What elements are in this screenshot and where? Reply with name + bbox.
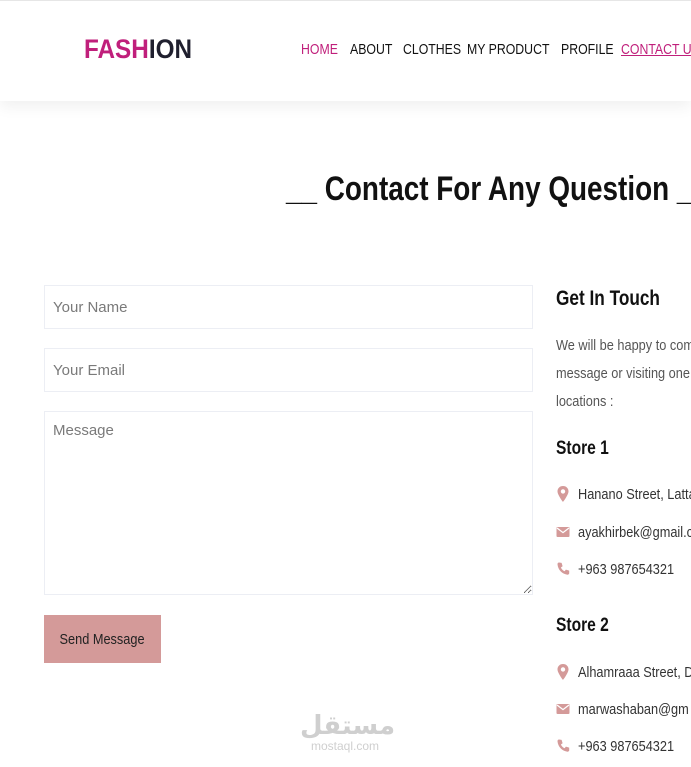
store-1-email-text[interactable]: ayakhirbek@gmail.c bbox=[578, 524, 691, 541]
store-2-heading: Store 2 bbox=[556, 615, 609, 636]
nav-profile[interactable]: PROFILE bbox=[561, 41, 614, 58]
logo-part-2: ION bbox=[148, 34, 193, 64]
intro-line-2: message or visiting one bbox=[556, 365, 690, 382]
store-2-address-text: Alhamraaa Street, Da bbox=[578, 664, 691, 681]
map-marker-icon bbox=[557, 486, 569, 502]
site-header: FASHION HOME ABOUT CLOTHES MY PRODUCT PR… bbox=[0, 0, 691, 101]
send-message-button[interactable]: Send Message bbox=[44, 615, 161, 663]
store-1-heading: Store 1 bbox=[556, 438, 609, 459]
nav-home[interactable]: HOME bbox=[301, 41, 338, 58]
send-message-label: Send Message bbox=[59, 630, 146, 648]
map-marker-icon bbox=[557, 664, 569, 680]
intro-line-3: locations : bbox=[556, 393, 614, 410]
store-2-phone-text[interactable]: +963 987654321 bbox=[578, 738, 674, 755]
envelope-icon bbox=[556, 527, 570, 537]
logo-part-1: FASH bbox=[84, 34, 149, 64]
message-field-wrapper bbox=[44, 411, 533, 595]
get-in-touch-heading: Get In Touch bbox=[556, 287, 660, 310]
phone-icon bbox=[557, 739, 570, 752]
nav-about[interactable]: ABOUT bbox=[350, 41, 392, 58]
page-title: __ Contact For Any Question __ bbox=[286, 170, 691, 208]
nav-my-product[interactable]: MY PRODUCT bbox=[467, 41, 549, 58]
nav-clothes[interactable]: CLOTHES bbox=[403, 41, 461, 58]
name-input[interactable] bbox=[45, 286, 532, 328]
store-1-phone-text[interactable]: +963 987654321 bbox=[578, 561, 674, 578]
email-input[interactable] bbox=[45, 349, 532, 391]
intro-line-1: We will be happy to com bbox=[556, 337, 691, 354]
watermark-arabic: مستقل bbox=[300, 711, 396, 741]
envelope-icon bbox=[556, 704, 570, 714]
message-textarea[interactable] bbox=[45, 412, 532, 594]
name-field-wrapper bbox=[44, 285, 533, 329]
store-2-email-text[interactable]: marwashaban@gm bbox=[578, 701, 689, 718]
site-logo[interactable]: FASHION bbox=[84, 34, 192, 65]
mostaql-watermark: مستقل mostaql.com bbox=[300, 711, 396, 753]
watermark-latin: mostaql.com bbox=[310, 739, 380, 753]
nav-contact-us[interactable]: CONTACT US bbox=[621, 41, 691, 58]
email-field-wrapper bbox=[44, 348, 533, 392]
store-1-address-text: Hanano Street, Lattal bbox=[578, 486, 691, 503]
phone-icon bbox=[557, 562, 570, 575]
